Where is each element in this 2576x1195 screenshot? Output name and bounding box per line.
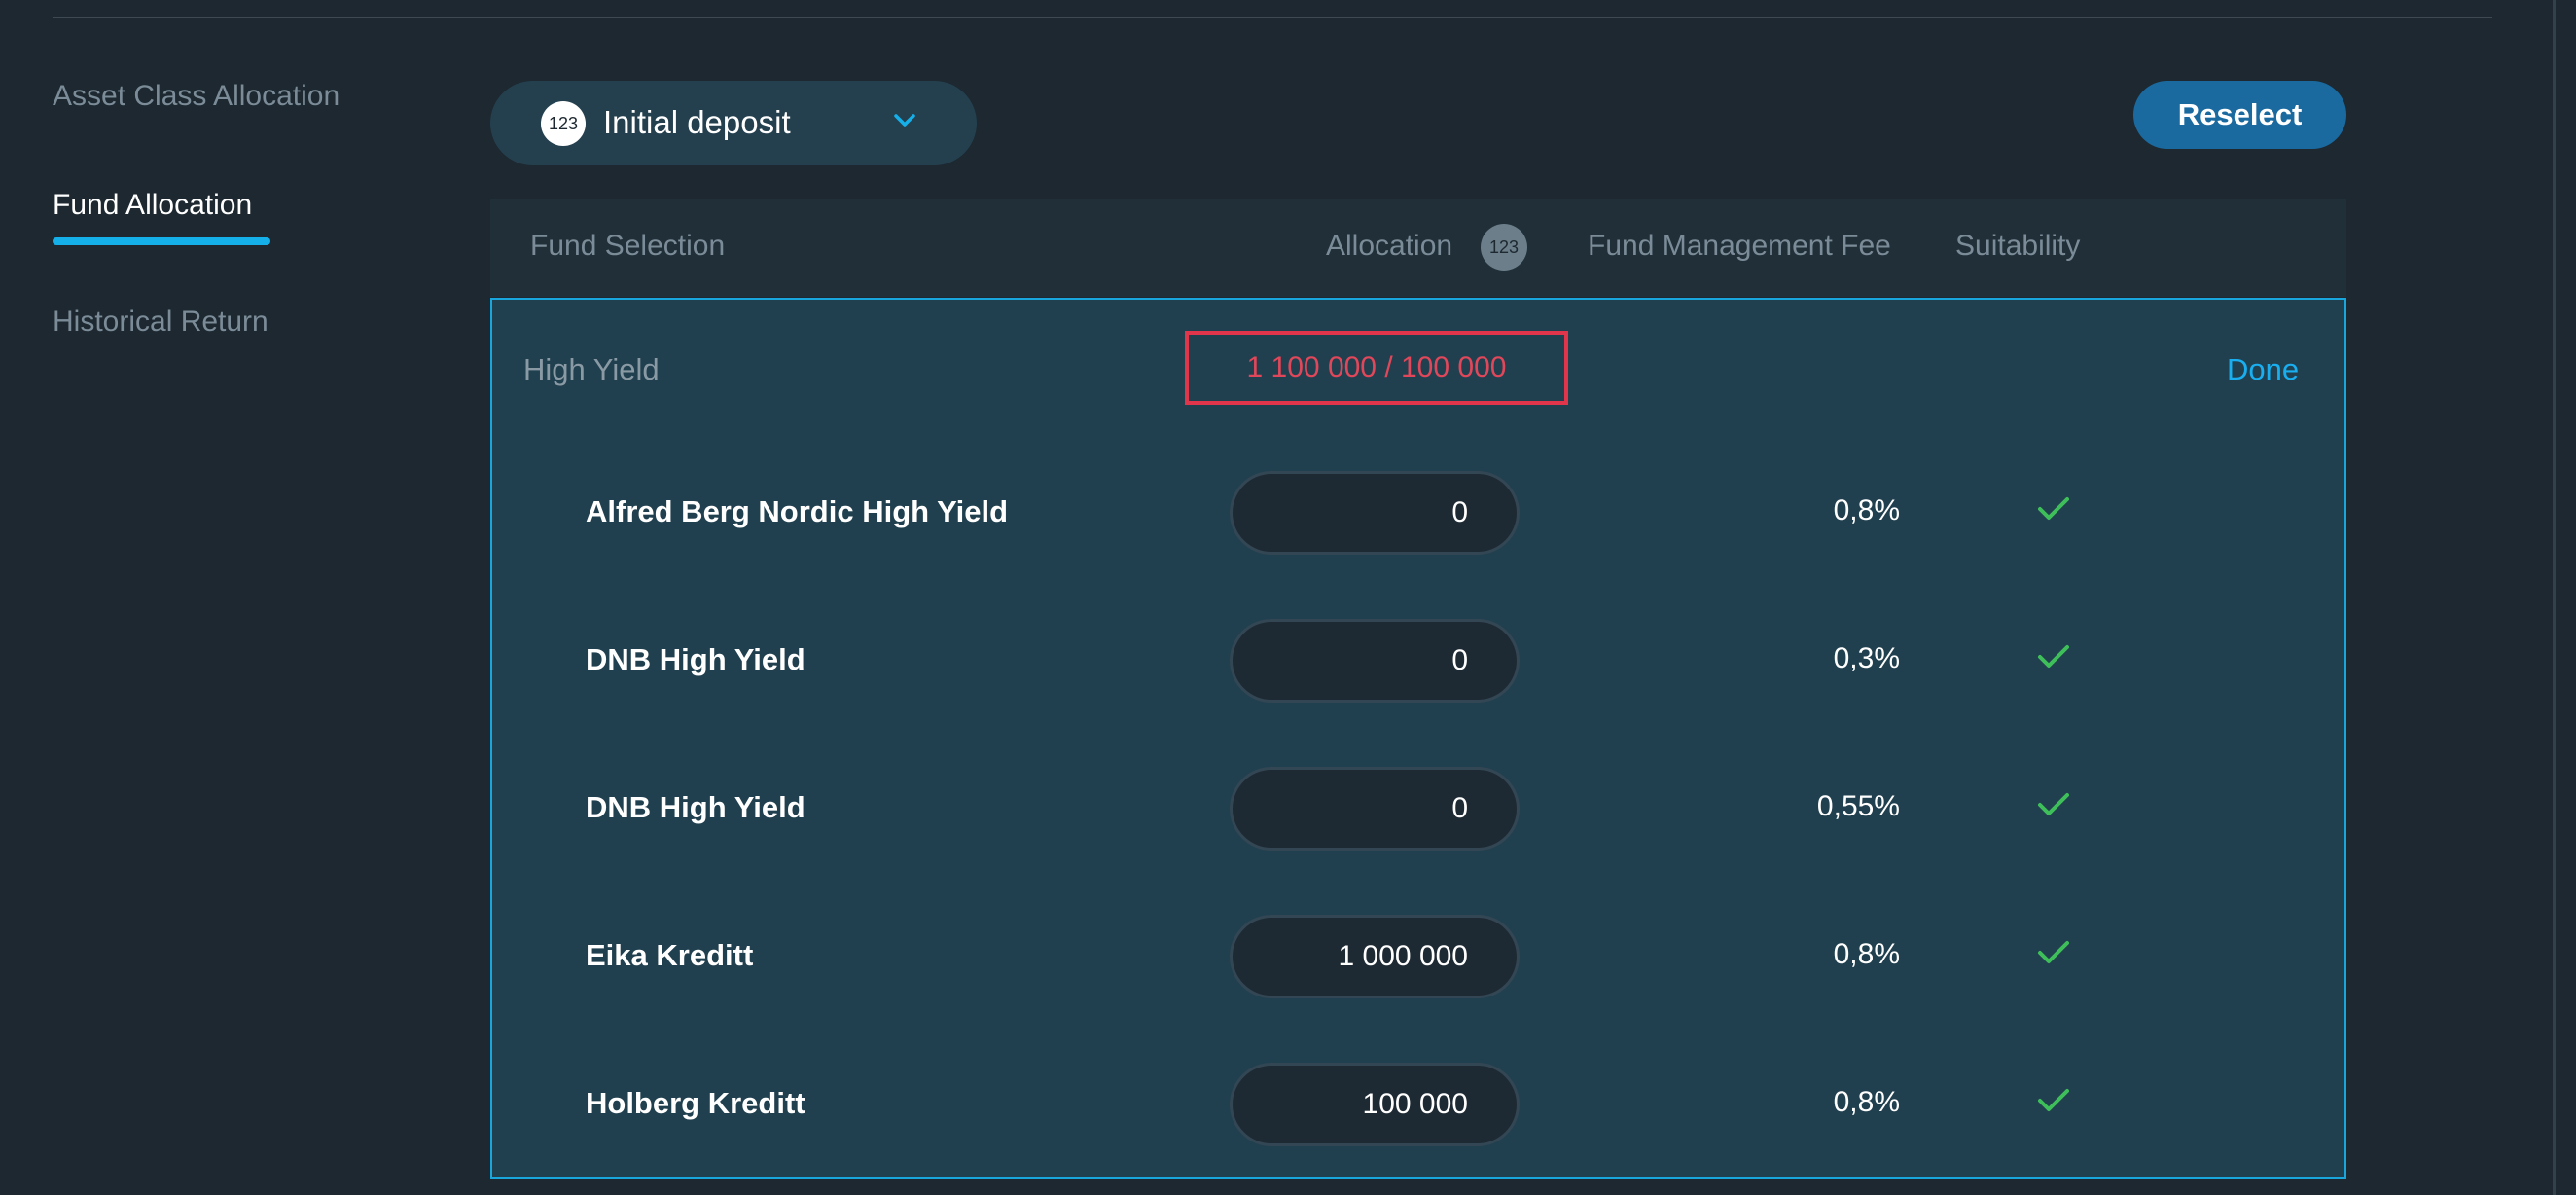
fund-name: Holberg Kreditt xyxy=(586,1086,805,1120)
allocation-input[interactable] xyxy=(1230,471,1520,555)
column-header-fund-selection: Fund Selection xyxy=(530,230,726,262)
fund-name: Alfred Berg Nordic High Yield xyxy=(586,494,1009,528)
check-icon xyxy=(2038,497,2069,520)
allocation-unit-badge-icon[interactable]: 123 xyxy=(1481,224,1527,271)
check-icon xyxy=(2038,793,2069,815)
check-icon xyxy=(2038,645,2069,668)
column-header-fund-management-fee: Fund Management Fee xyxy=(1588,230,1891,262)
allocation-input[interactable] xyxy=(1230,915,1520,998)
fund-fee: 0,3% xyxy=(1833,642,1900,674)
group-title: High Yield xyxy=(523,352,660,386)
allocation-total-error: 1 100 000 / 100 000 xyxy=(1185,331,1568,405)
done-button[interactable]: Done xyxy=(2227,352,2299,387)
active-tab-indicator xyxy=(53,237,270,245)
sidebar-item-fund-allocation[interactable]: Fund Allocation xyxy=(53,189,252,222)
check-icon xyxy=(2038,941,2069,963)
reselect-button[interactable]: Reselect xyxy=(2133,81,2346,149)
allocation-input[interactable] xyxy=(1230,1063,1520,1146)
check-icon xyxy=(2038,1089,2069,1111)
sidebar-item-asset-class-allocation[interactable]: Asset Class Allocation xyxy=(53,80,340,113)
fund-allocation-page: Asset Class Allocation Fund Allocation H… xyxy=(0,0,2576,1195)
numeric-badge-icon: 123 xyxy=(541,101,586,146)
allocation-input[interactable] xyxy=(1230,767,1520,851)
allocation-input[interactable] xyxy=(1230,619,1520,703)
fund-name: DNB High Yield xyxy=(586,642,805,676)
fund-fee: 0,8% xyxy=(1833,938,1900,970)
column-header-allocation: Allocation xyxy=(1326,230,1453,262)
fund-fee: 0,8% xyxy=(1833,1086,1900,1118)
column-header-suitability: Suitability xyxy=(1955,230,2081,262)
scrollbar[interactable] xyxy=(2553,0,2556,1195)
fund-name: DNB High Yield xyxy=(586,790,805,824)
fund-fee: 0,55% xyxy=(1816,790,1900,822)
top-divider xyxy=(53,17,2492,18)
fund-group-panel xyxy=(490,298,2346,1179)
fund-name: Eika Kreditt xyxy=(586,938,754,972)
deposit-type-label: Initial deposit xyxy=(603,104,791,140)
sidebar-item-historical-return[interactable]: Historical Return xyxy=(53,306,268,339)
fund-fee: 0,8% xyxy=(1833,494,1900,526)
chevron-down-icon[interactable] xyxy=(893,113,916,128)
